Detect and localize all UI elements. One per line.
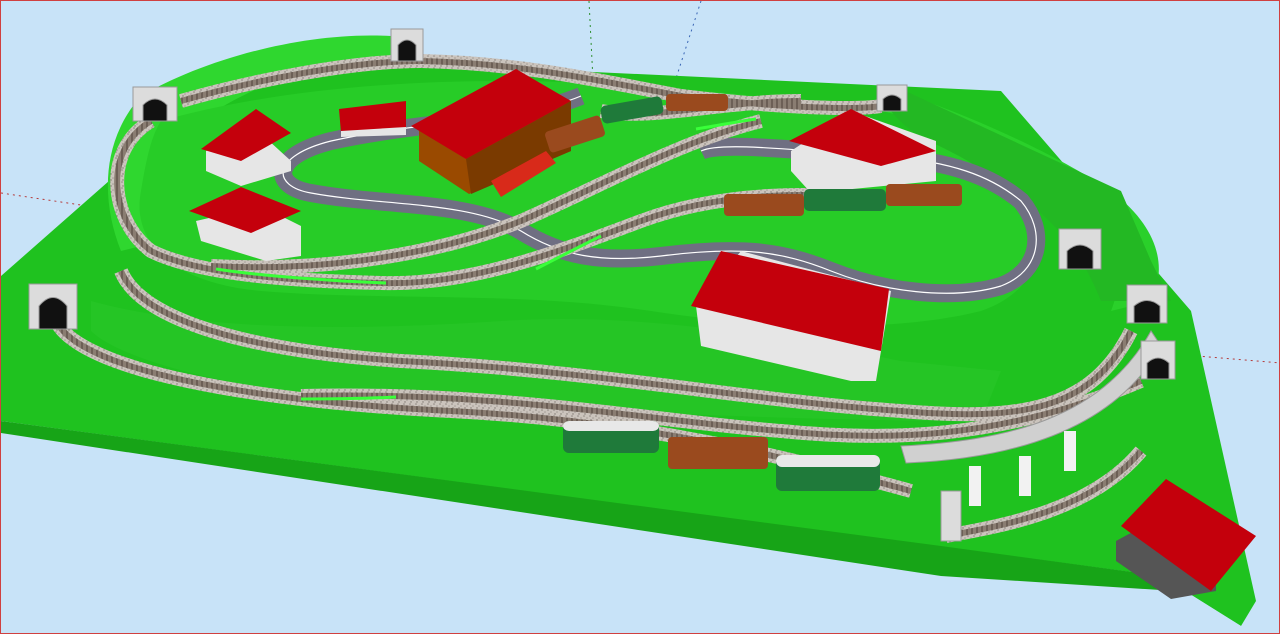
red-axis-left: [1, 192, 82, 206]
tunnel-portal: [390, 28, 424, 62]
tunnel-portal: [1140, 340, 1176, 380]
3d-layout-viewport[interactable]: [0, 0, 1280, 634]
tunnel-portal: [1058, 228, 1102, 270]
tunnel-portal: [1126, 284, 1168, 324]
layout-scene[interactable]: [1, 1, 1280, 634]
tunnel-portal: [132, 86, 178, 122]
tunnel-portal: [940, 490, 962, 542]
tunnel-portal: [876, 84, 908, 112]
tunnel-portal: [28, 283, 78, 330]
